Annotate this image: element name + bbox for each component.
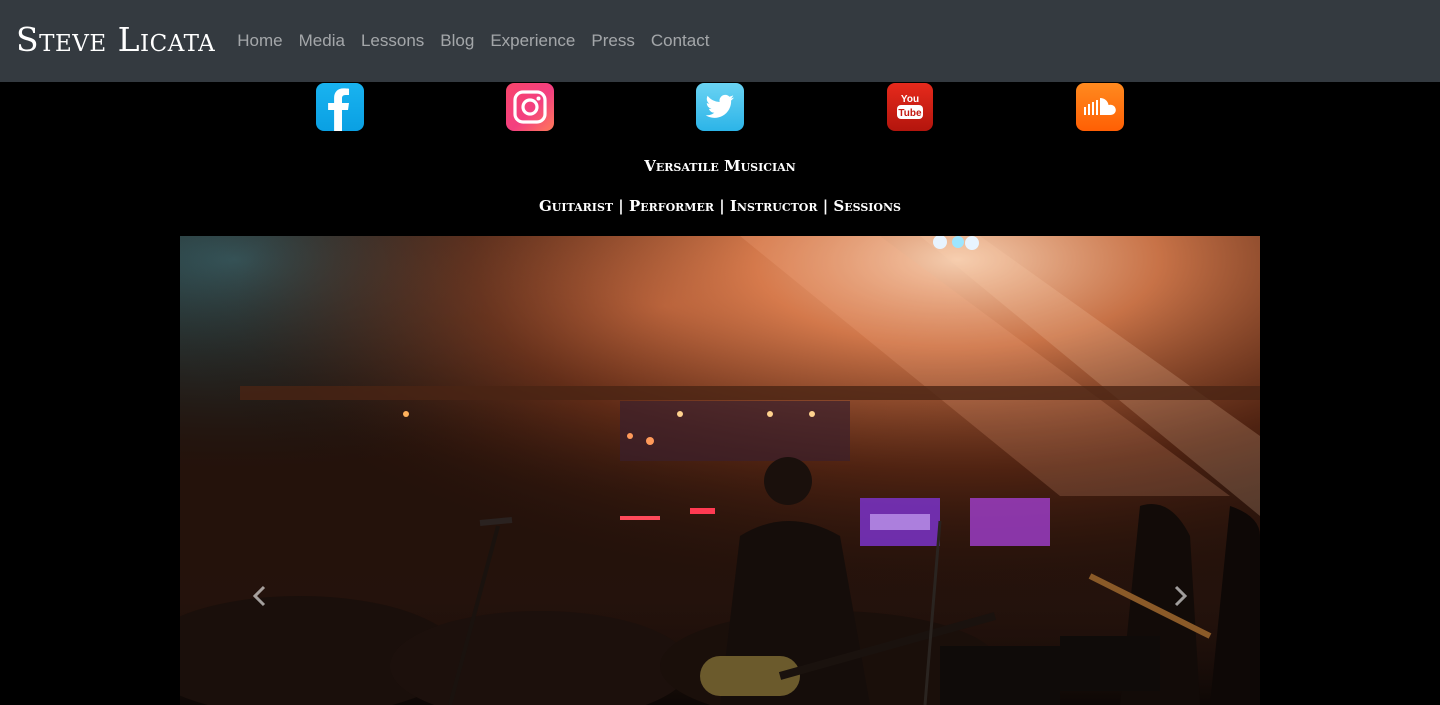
social-links: You Tube — [0, 83, 1440, 131]
tagline-primary: Versatile Musician — [644, 157, 796, 175]
facebook-icon[interactable] — [316, 83, 364, 131]
nav-link-blog[interactable]: Blog — [432, 31, 482, 51]
brand-logo[interactable]: Steve Licata — [16, 23, 215, 56]
nav-link-media[interactable]: Media — [291, 31, 353, 51]
tagline-secondary: Guitarist | Performer | Instructor | Ses… — [538, 197, 901, 215]
nav-link-press[interactable]: Press — [583, 31, 642, 51]
nav-link-experience[interactable]: Experience — [482, 31, 583, 51]
instagram-icon[interactable] — [506, 83, 554, 131]
nav-link-home[interactable]: Home — [229, 31, 290, 51]
svg-text:Tube: Tube — [898, 108, 922, 119]
nav-link-lessons[interactable]: Lessons — [353, 31, 432, 51]
carousel-prev-button[interactable] — [240, 576, 280, 616]
chevron-left-icon — [252, 585, 266, 607]
concert-photo — [180, 236, 1260, 705]
twitter-icon[interactable] — [696, 83, 744, 131]
nav-links: Home Media Lessons Blog Experience Press… — [229, 31, 717, 51]
navbar: Steve Licata Home Media Lessons Blog Exp… — [0, 0, 1440, 82]
hero-carousel — [180, 236, 1260, 705]
carousel-next-button[interactable] — [1160, 576, 1200, 616]
soundcloud-icon[interactable] — [1076, 83, 1124, 131]
svg-text:You: You — [901, 94, 919, 105]
chevron-right-icon — [1174, 585, 1188, 607]
youtube-icon[interactable]: You Tube — [887, 83, 933, 131]
nav-link-contact[interactable]: Contact — [643, 31, 718, 51]
